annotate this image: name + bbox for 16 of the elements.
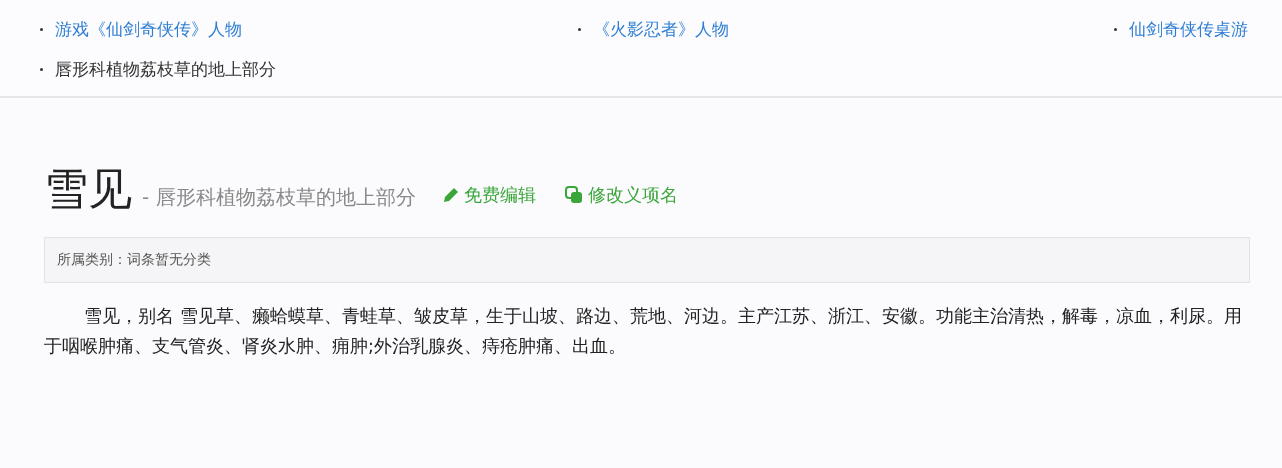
- related-link[interactable]: 《火影忍者》人物: [593, 17, 729, 41]
- bullet-icon: [40, 67, 43, 71]
- copy-icon: [563, 185, 584, 205]
- edit-link[interactable]: 免费编辑: [441, 183, 536, 207]
- entry-title: 雪见: [44, 162, 132, 216]
- related-link[interactable]: 游戏《仙剑奇侠传》人物: [55, 17, 242, 41]
- bullet-icon: [40, 27, 43, 31]
- summary-paragraph: 雪见，别名 雪见草、癞蛤蟆草、青蛙草、皱皮草，生于山坡、路边、荒地、河边。主产江苏、浙江、安徽。功能主治清热，解毒，凉血，利尿。用于咽喉肿痛、支气管炎、肾炎水肿、痈肿;外治乳腺炎、痔疮肿痛、出血。: [44, 305, 1243, 358]
- bullet-icon: [1114, 27, 1117, 31]
- related-link[interactable]: 仙剑奇侠传桌游: [1129, 17, 1248, 41]
- entry-subtitle: - 唇形科植物荔枝草的地上部分: [142, 184, 416, 211]
- rename-link[interactable]: 修改义项名: [563, 183, 678, 207]
- bullet-icon: [578, 27, 581, 31]
- category-bar: 所属类别：词条暂无分类: [44, 237, 1250, 283]
- pencil-icon: [441, 186, 460, 204]
- related-text: 唇形科植物荔枝草的地上部分: [55, 57, 276, 81]
